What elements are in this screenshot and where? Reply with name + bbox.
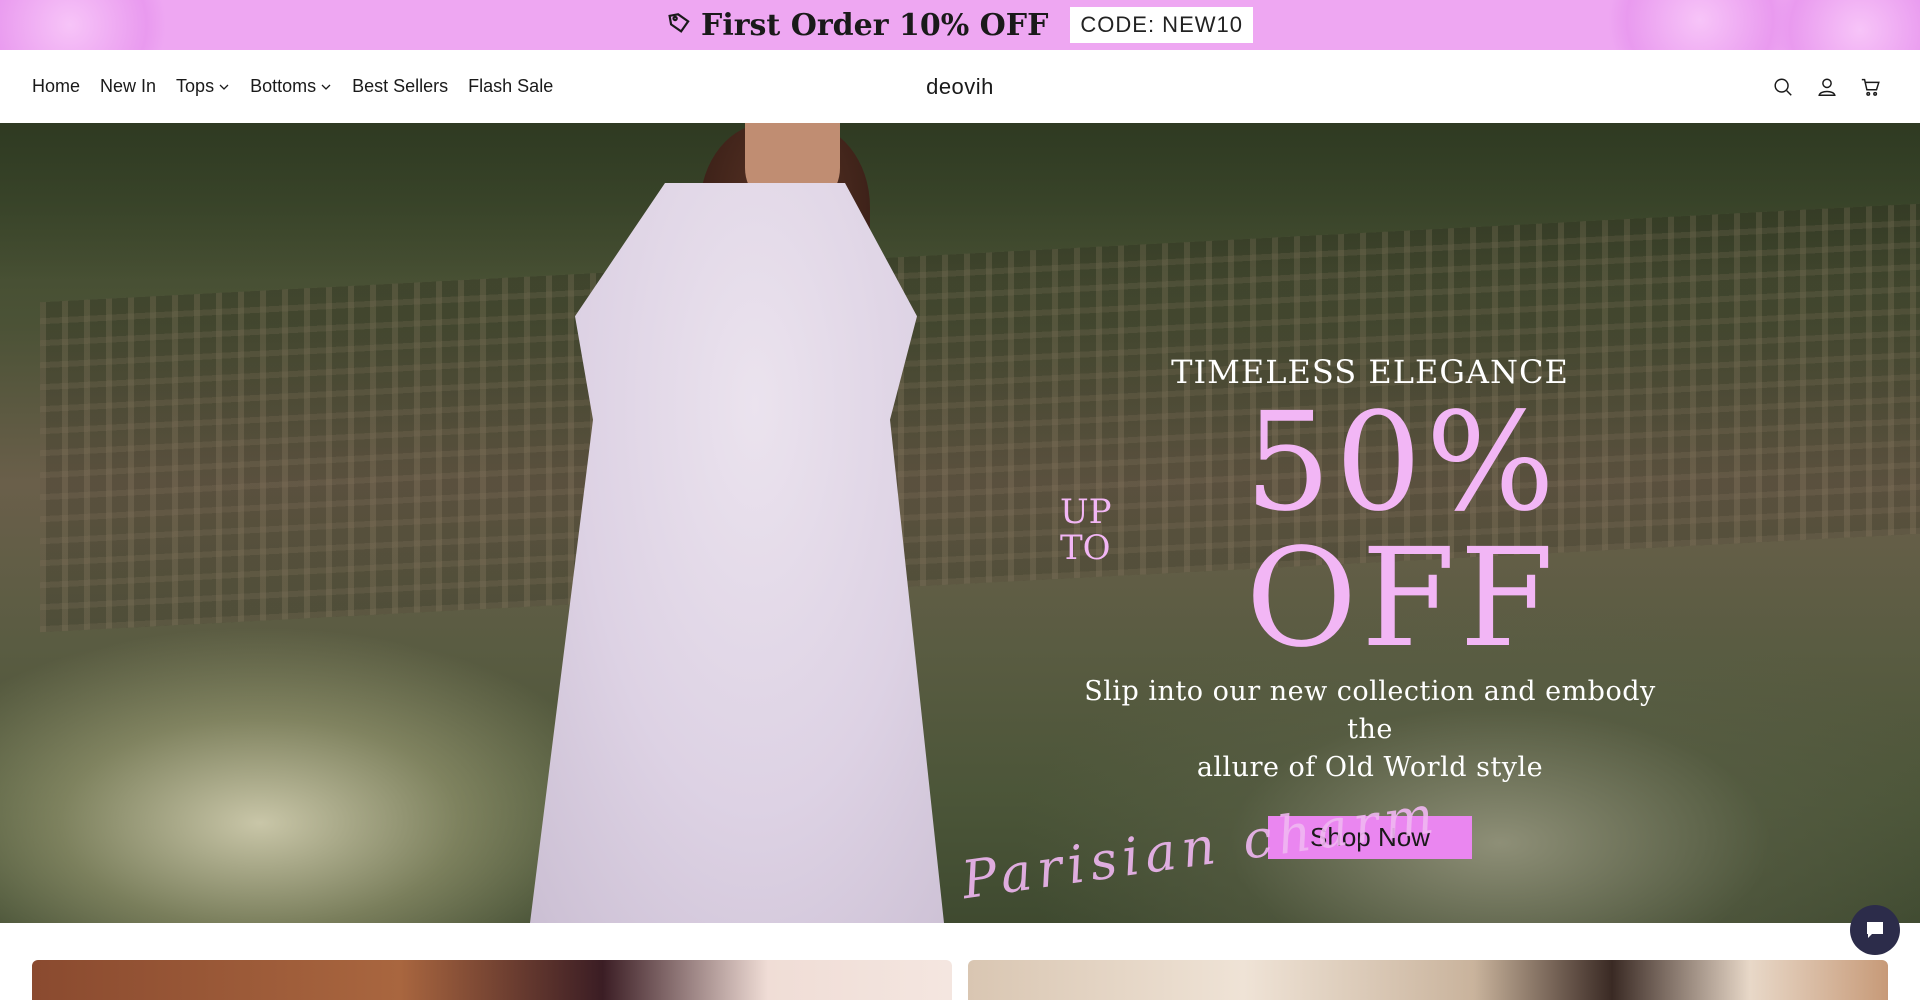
nav-item-label: Flash Sale (468, 76, 554, 96)
nav-item-label: New In (100, 76, 157, 96)
hero-subtitle-line: Slip into our new collection and embody … (1084, 676, 1656, 745)
nav-item-tops[interactable]: Tops (176, 76, 230, 97)
site-logo[interactable]: deovih (926, 74, 994, 99)
hero-copy: TIMELESS ELEGANCE UP TO 50% OFF Slip int… (1060, 353, 1680, 860)
hero-discount: 50% OFF (1244, 384, 1559, 678)
announcement-message: First Order 10% OFF (667, 8, 1048, 43)
hero-discount-line: UP TO 50% OFF (1060, 395, 1680, 667)
collection-cards (0, 923, 1920, 1000)
nav-item-bottoms[interactable]: Bottoms (250, 76, 332, 97)
nav-item-label: Tops (176, 76, 215, 96)
chat-button[interactable] (1850, 905, 1900, 955)
hero-banner[interactable]: TIMELESS ELEGANCE UP TO 50% OFF Slip int… (0, 123, 1920, 923)
nav-item-label: Best Sellers (352, 76, 449, 96)
site-header: Home New In Tops Bottoms Best Sellers Fl… (0, 50, 1920, 123)
hero-subtitle: Slip into our new collection and embody … (1060, 673, 1680, 786)
account-icon[interactable] (1816, 76, 1838, 98)
chevron-down-icon (219, 84, 229, 90)
announcement-bar: First Order 10% OFF CODE: NEW10 (0, 0, 1920, 50)
chat-icon (1867, 922, 1883, 938)
nav-item-label: Home (32, 76, 81, 96)
hero-subtitle-line: allure of Old World style (1196, 751, 1544, 783)
hero-up-to: UP TO (1060, 495, 1112, 566)
collection-card[interactable] (32, 960, 952, 1000)
nav-item-best-sellers[interactable]: Best Sellers (352, 76, 448, 97)
header-actions (1772, 50, 1882, 123)
announcement-flower-decor (0, 0, 180, 50)
hero-up-label: UP (1060, 492, 1112, 533)
chevron-down-icon (321, 84, 331, 90)
tag-icon (668, 13, 690, 33)
nav-item-new-in[interactable]: New In (100, 76, 156, 97)
cart-icon[interactable] (1860, 76, 1882, 98)
promo-code-badge: CODE: NEW10 (1070, 7, 1253, 43)
nav-item-flash-sale[interactable]: Flash Sale (468, 76, 553, 97)
hero-to-label: TO (1060, 528, 1111, 568)
nav-item-label: Bottoms (250, 76, 317, 96)
search-icon[interactable] (1772, 76, 1794, 98)
announcement-text: First Order 10% OFF (701, 7, 1049, 43)
main-nav: Home New In Tops Bottoms Best Sellers Fl… (32, 50, 553, 123)
collection-card[interactable] (968, 960, 1888, 1000)
nav-item-home[interactable]: Home (32, 76, 80, 97)
announcement-flower-decor (1760, 0, 1920, 50)
